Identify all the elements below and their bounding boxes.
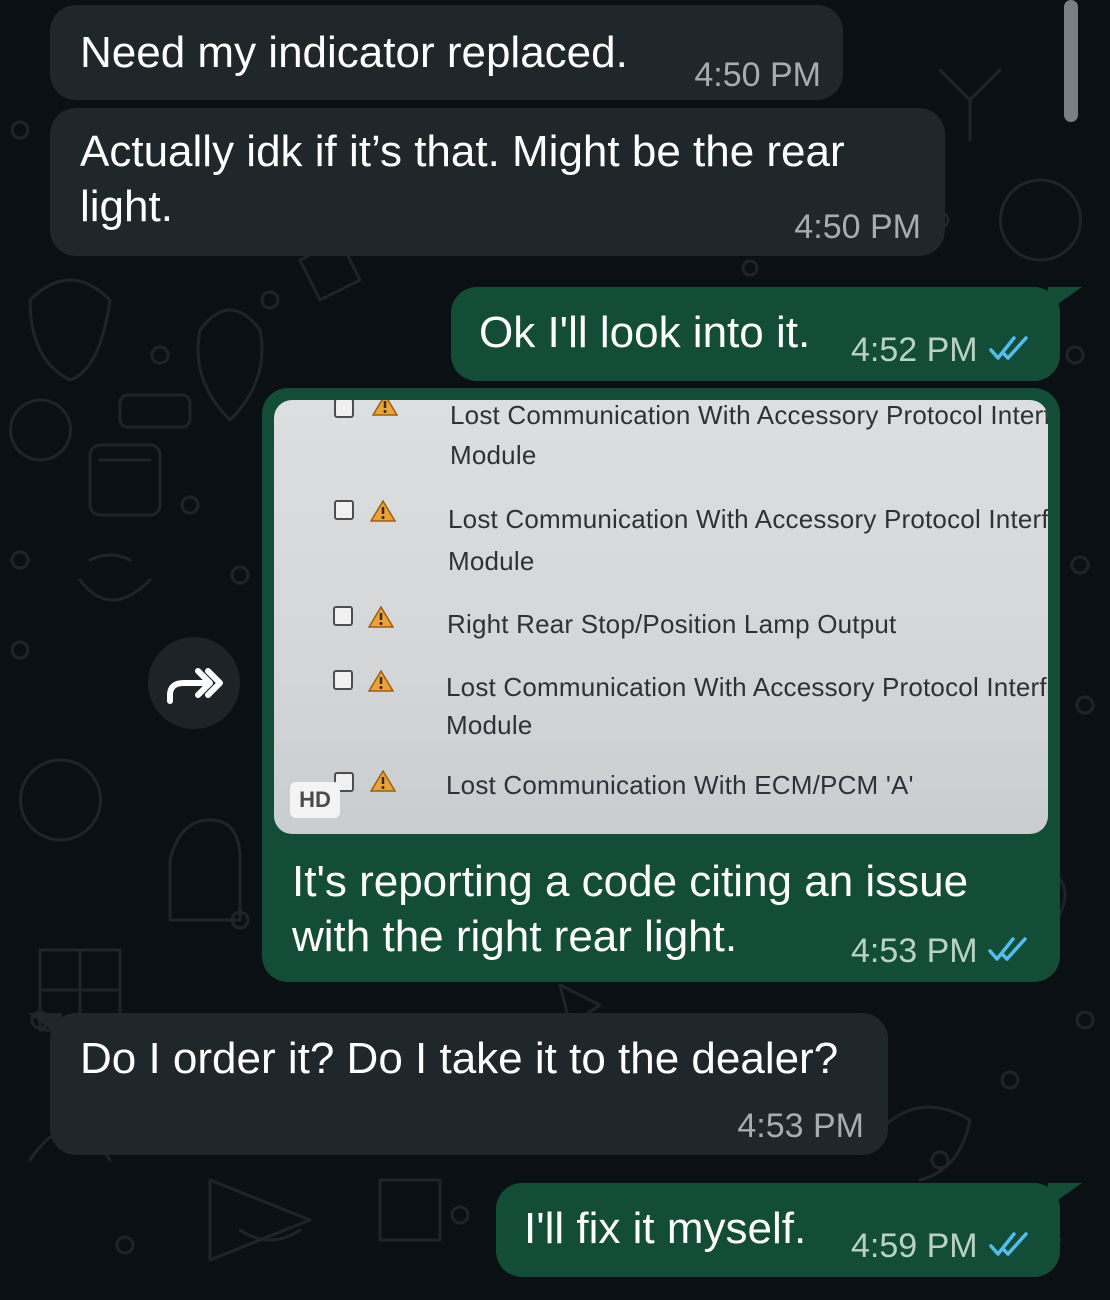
- message-text: Actually idk if it’s that. Might be the …: [80, 127, 845, 231]
- dtc-line: Lost Communication With ECM/PCM 'A': [446, 770, 914, 800]
- warning-triangle-icon: [368, 670, 394, 692]
- checkbox-icon: [333, 606, 353, 626]
- double-check-icon: [988, 937, 1027, 961]
- message-time: 4:50 PM: [794, 208, 921, 246]
- chat-screen: Need my indicator replaced. 4:50 PM Actu…: [0, 0, 1110, 1300]
- checkbox-icon: [333, 670, 353, 690]
- dtc-line: Right Rear Stop/Position Lamp Output: [447, 609, 897, 639]
- bubble-tail: [1048, 287, 1082, 311]
- bubble-tail: [28, 1013, 62, 1037]
- dtc-line: Module: [448, 546, 535, 576]
- checkbox-icon: [334, 500, 354, 520]
- double-check-icon: [989, 1232, 1028, 1256]
- message-bubble-incoming[interactable]: Do I order it? Do I take it to the deale…: [28, 1013, 888, 1155]
- message-text: Do I order it? Do I take it to the deale…: [80, 1034, 839, 1083]
- attached-photo[interactable]: Lost Communication With Accessory Protoc…: [274, 400, 1048, 834]
- forward-button[interactable]: [148, 637, 240, 729]
- checkbox-icon: [334, 400, 354, 418]
- message-time: 4:59 PM: [851, 1227, 978, 1265]
- message-bubble-incoming[interactable]: Need my indicator replaced. 4:50 PM: [50, 5, 843, 100]
- message-text: Ok I'll look into it.: [479, 308, 811, 357]
- dtc-line: Lost Communication With Accessory Protoc…: [448, 504, 1048, 534]
- warning-triangle-icon: [368, 606, 394, 628]
- message-time: 4:53 PM: [851, 932, 978, 970]
- message-text: I'll fix it myself.: [524, 1204, 807, 1253]
- dtc-line: Lost Communication With Accessory Protoc…: [446, 672, 1048, 702]
- scrollbar[interactable]: [1064, 0, 1078, 122]
- message-text: Need my indicator replaced.: [80, 28, 628, 77]
- message-bubble-incoming[interactable]: Actually idk if it’s that. Might be the …: [50, 108, 945, 256]
- message-time: 4:52 PM: [851, 331, 978, 369]
- dtc-line: Module: [450, 440, 537, 470]
- message-time: 4:50 PM: [694, 56, 821, 94]
- message-time: 4:53 PM: [737, 1107, 864, 1145]
- dtc-line: Module: [446, 710, 533, 740]
- dtc-line: Lost Communication With Accessory Protoc…: [450, 400, 1048, 430]
- bubble-tail: [1048, 1183, 1082, 1207]
- forward-icon: [167, 668, 223, 704]
- hd-badge: HD: [290, 782, 340, 818]
- double-check-icon: [989, 336, 1028, 360]
- warning-triangle-icon: [370, 770, 396, 792]
- message-bubble-outgoing[interactable]: I'll fix it myself. 4:59 PM: [496, 1183, 1082, 1277]
- message-bubble-outgoing[interactable]: Ok I'll look into it. 4:52 PM: [451, 287, 1082, 381]
- warning-triangle-icon: [370, 500, 396, 522]
- warning-triangle-icon: [372, 400, 398, 416]
- image-message-bubble[interactable]: Lost Communication With Accessory Protoc…: [262, 388, 1060, 982]
